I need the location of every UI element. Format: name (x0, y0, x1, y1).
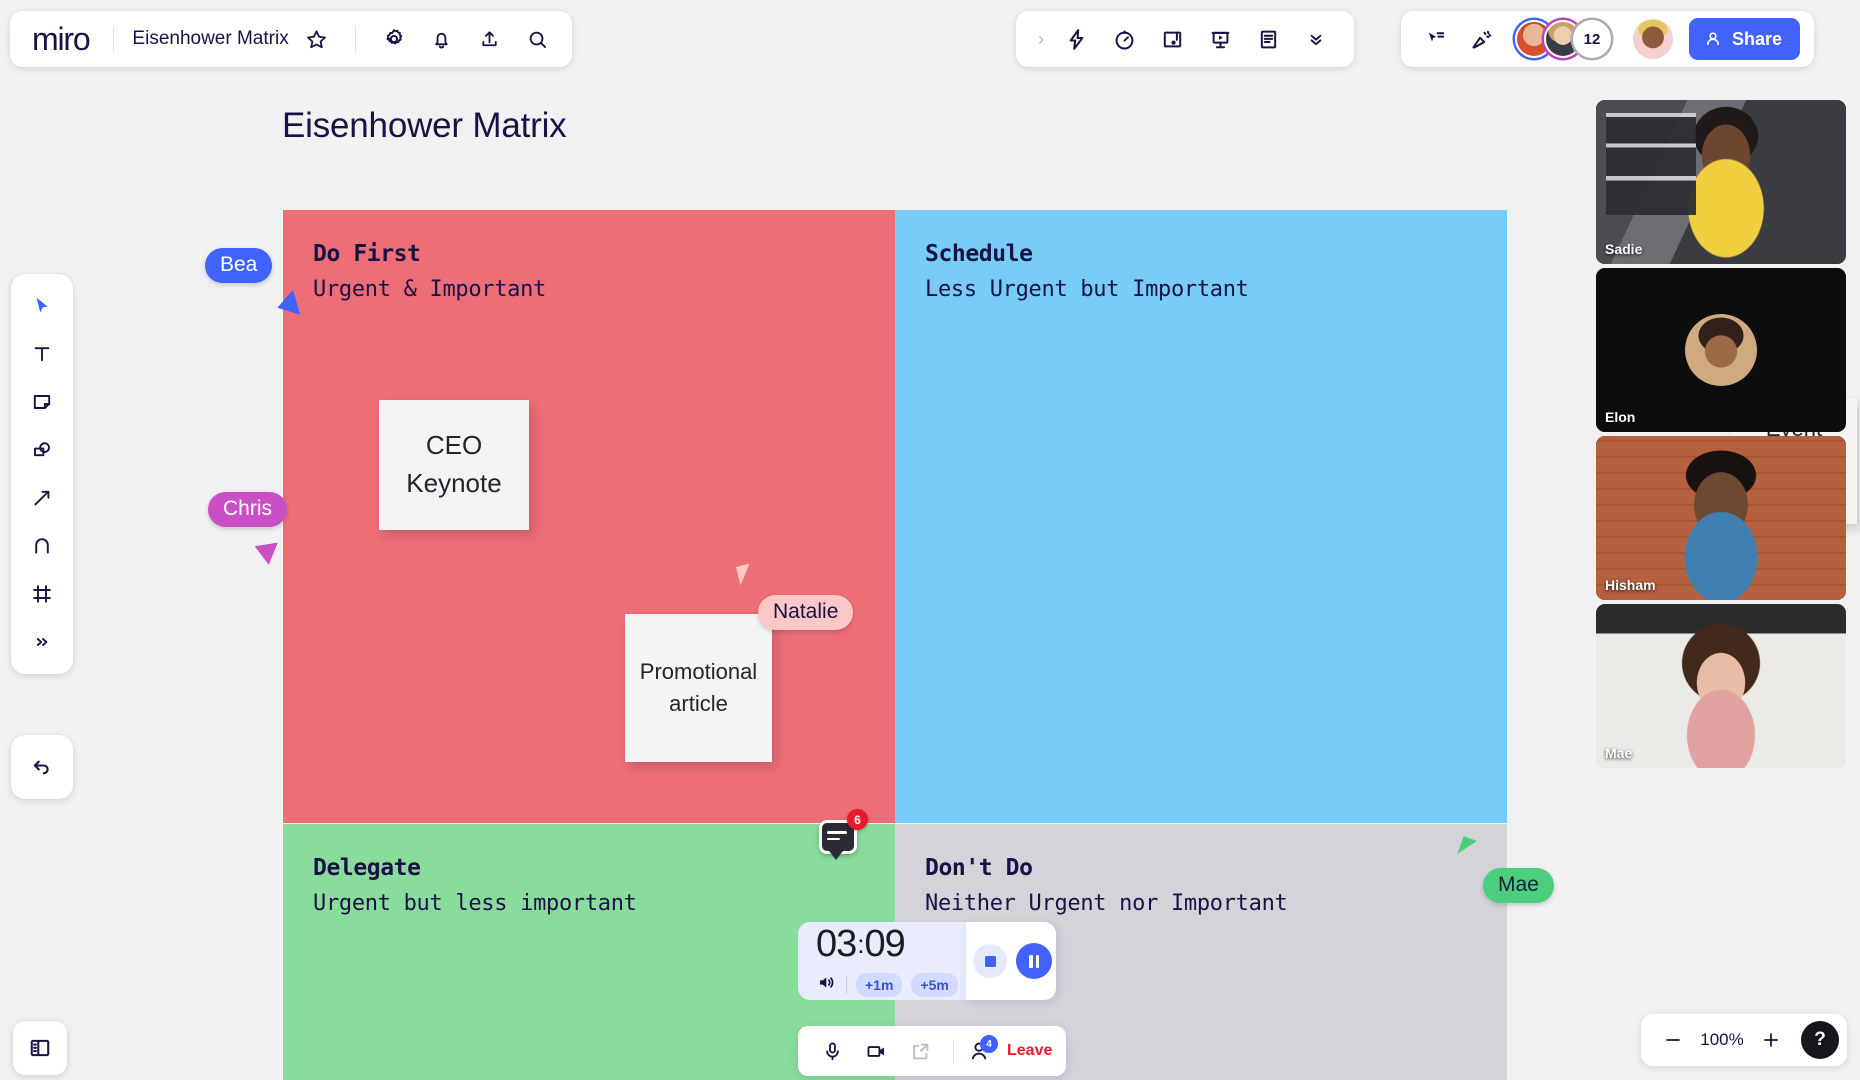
cursor-label: Bea (205, 248, 273, 283)
comment-pin-1[interactable]: 6 (819, 809, 868, 860)
quadrant-title: Schedule (925, 241, 1033, 267)
participants-count-badge: 4 (980, 1035, 998, 1053)
share-button[interactable]: Share (1689, 18, 1801, 60)
video-call-rail: Sadie Elon Hisham Mae (1596, 100, 1846, 768)
frame-icon[interactable] (1152, 19, 1192, 59)
cursor-attention-icon[interactable] (1415, 19, 1455, 59)
avatar (1685, 314, 1757, 386)
video-participant-name: Hisham (1605, 577, 1656, 593)
timer-add-5m-button[interactable]: +5m (911, 972, 958, 997)
avatar-self[interactable] (1633, 19, 1673, 59)
video-feed (1596, 436, 1846, 600)
lightning-bolt-icon[interactable] (1056, 19, 1096, 59)
search-icon[interactable] (518, 19, 558, 59)
cursor-label: Chris (208, 492, 288, 527)
timer-seconds: 09 (864, 922, 906, 965)
select-tool[interactable] (21, 286, 63, 326)
quadrant-title: Don't Do (925, 855, 1033, 881)
leave-call-button[interactable]: Leave (1007, 1042, 1052, 1060)
connector-tool[interactable] (21, 478, 63, 518)
quadrant-title: Do First (313, 241, 421, 267)
video-participant-name: Mae (1605, 745, 1633, 761)
shapes-tool[interactable] (21, 430, 63, 470)
star-icon[interactable] (297, 19, 337, 59)
sticky-note-tool[interactable] (21, 382, 63, 422)
timer-colon: : (857, 928, 864, 959)
gear-icon[interactable] (374, 19, 414, 59)
person-icon (1707, 32, 1719, 46)
upload-icon[interactable] (470, 19, 510, 59)
party-popper-icon[interactable] (1461, 19, 1501, 59)
microphone-icon[interactable] (812, 1031, 852, 1071)
video-tile-sadie[interactable]: Sadie (1596, 100, 1846, 264)
miro-board-app: Eisenhower Matrix Do First Urgent & Impo… (0, 0, 1860, 1080)
share-screen-icon[interactable] (900, 1031, 940, 1071)
cursor-label: Natalie (758, 595, 854, 630)
miro-logo[interactable]: miro (32, 21, 95, 58)
volume-icon[interactable] (816, 972, 837, 998)
board-title[interactable]: Eisenhower Matrix (132, 28, 288, 50)
quadrant-title: Delegate (313, 855, 421, 881)
collaborator-count-badge[interactable]: 12 (1573, 20, 1611, 58)
zoom-in-button[interactable] (1751, 1020, 1791, 1060)
quadrant-subtitle: Urgent & Important (313, 277, 547, 302)
timer-display: 03 : 09 (816, 925, 966, 963)
frame-tool[interactable] (21, 574, 63, 614)
cursor-label: Mae (1483, 868, 1554, 903)
comment-count-badge: 6 (847, 809, 868, 830)
video-camera-icon[interactable] (856, 1031, 896, 1071)
timer-icon[interactable] (1104, 19, 1144, 59)
double-chevron-down-icon[interactable] (1296, 19, 1336, 59)
divider (113, 26, 115, 52)
pen-tool[interactable] (21, 526, 63, 566)
undo-button[interactable] (11, 735, 73, 799)
timer-add-1m-button[interactable]: +1m (856, 972, 903, 997)
text-tool[interactable] (21, 334, 63, 374)
divider (354, 26, 356, 52)
chevron-right-icon[interactable]: › (1034, 29, 1048, 50)
quadrant-do-first[interactable]: Do First Urgent & Important CEO Keynote … (283, 210, 895, 823)
divider (953, 1039, 954, 1063)
timer-stop-button[interactable] (973, 944, 1007, 978)
board-header-left: miro Eisenhower Matrix (10, 11, 572, 67)
bell-icon[interactable] (422, 19, 462, 59)
board-header-right: 12 Share (1401, 11, 1815, 67)
presentation-icon[interactable] (1200, 19, 1240, 59)
more-tools[interactable] (21, 622, 63, 662)
side-panel-toggle[interactable] (13, 1021, 67, 1075)
video-tile-hisham[interactable]: Hisham (1596, 436, 1846, 600)
zoom-controls: 100% ? (1641, 1014, 1847, 1066)
video-participant-name: Sadie (1605, 241, 1643, 257)
timer-controls (966, 922, 1056, 1000)
timer-pause-button[interactable] (1016, 943, 1052, 979)
video-feed (1596, 604, 1846, 768)
sticky-note-promotional-article[interactable]: Promotional article (625, 614, 772, 762)
video-tile-elon[interactable]: Elon (1596, 268, 1846, 432)
comment-lines-icon (827, 831, 847, 841)
canvas-board-title[interactable]: Eisenhower Matrix (282, 106, 567, 146)
quadrant-schedule[interactable]: Schedule Less Urgent but Important Event… (895, 210, 1857, 823)
share-label: Share (1732, 28, 1783, 49)
divider (846, 975, 847, 994)
video-tile-mae[interactable]: Mae (1596, 604, 1846, 768)
zoom-out-button[interactable] (1653, 1020, 1693, 1060)
video-feed (1596, 100, 1846, 264)
quadrant-subtitle: Less Urgent but Important (925, 277, 1249, 302)
left-toolbar (11, 274, 73, 674)
board-canvas[interactable]: Eisenhower Matrix Do First Urgent & Impo… (0, 0, 1860, 1080)
board-header-tools: › (1016, 11, 1354, 67)
video-participant-name: Elon (1605, 409, 1636, 425)
collaborator-avatars[interactable]: 12 (1515, 20, 1611, 58)
quadrant-subtitle: Neither Urgent nor Important (925, 891, 1288, 916)
help-button[interactable]: ? (1801, 1021, 1839, 1059)
sticky-note-ceo-keynote[interactable]: CEO Keynote (379, 400, 529, 530)
call-controls-bar: 4 Leave (798, 1026, 1067, 1076)
cursor-pointer-icon (250, 535, 278, 565)
timer-minutes: 03 (816, 922, 857, 965)
zoom-level-label[interactable]: 100% (1697, 1030, 1747, 1050)
participants-button[interactable]: 4 (967, 1035, 998, 1063)
document-icon[interactable] (1248, 19, 1288, 59)
timer-widget[interactable]: 03 : 09 +1m +5m (798, 922, 966, 1000)
quadrant-subtitle: Urgent but less important (313, 891, 637, 916)
